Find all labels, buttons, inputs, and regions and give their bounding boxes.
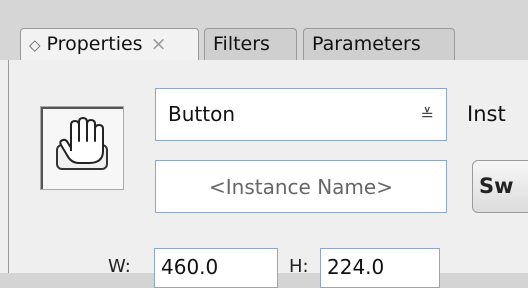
swap-button[interactable]: Sw (472, 160, 528, 213)
height-field[interactable]: 224.0 (320, 248, 440, 288)
tab-filters[interactable]: Filters (204, 28, 297, 60)
close-icon[interactable]: × (151, 29, 167, 59)
width-label: W: (108, 256, 131, 277)
instance-behavior-select[interactable]: Button ≚ (155, 88, 447, 141)
instance-behavior-value: Button (168, 102, 235, 126)
symbol-icon (40, 106, 124, 190)
tab-properties-label: Properties (46, 33, 143, 55)
tab-parameters-label: Parameters (312, 33, 421, 55)
hand-cursor-icon (56, 117, 108, 170)
width-field[interactable]: 460.0 (154, 248, 278, 288)
tab-filters-label: Filters (213, 33, 270, 55)
instance-name-input[interactable] (155, 160, 447, 213)
chevron-down-icon: ≚ (420, 105, 434, 124)
panel-border (8, 60, 9, 273)
instance-of-label: Inst (467, 102, 506, 126)
height-label: H: (289, 256, 309, 277)
diamond-icon: ◇ (29, 36, 41, 54)
tab-parameters[interactable]: Parameters (303, 28, 455, 60)
